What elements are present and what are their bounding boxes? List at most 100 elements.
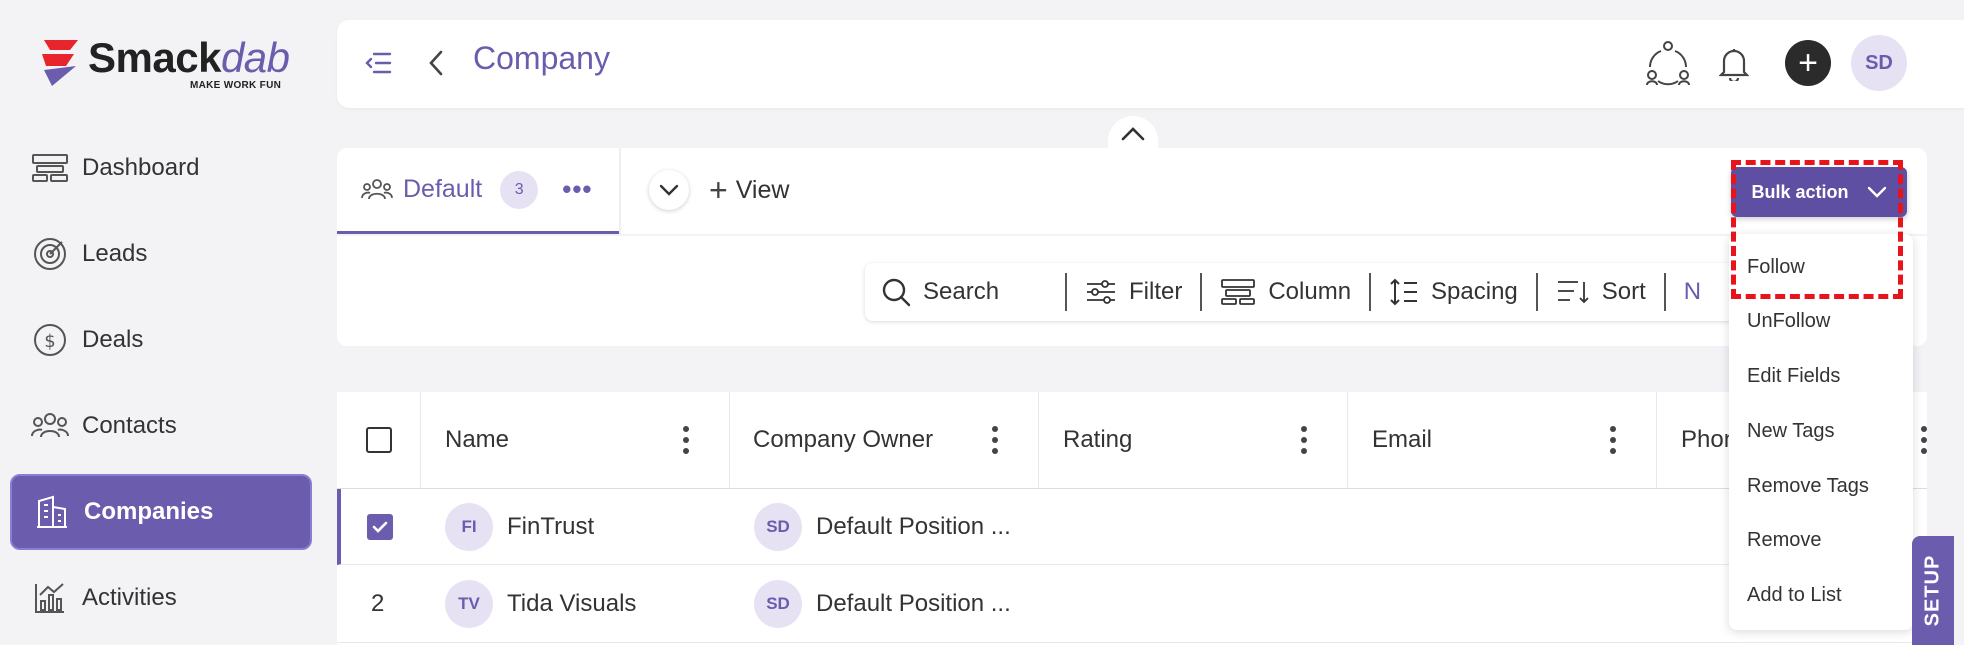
column-menu-icon[interactable] — [1301, 426, 1307, 454]
column-header-rating[interactable]: Rating — [1039, 392, 1348, 488]
owner-avatar: SD — [754, 580, 802, 628]
add-view-button[interactable]: + View — [709, 172, 789, 209]
sidebar-item-label: Activities — [82, 584, 177, 611]
sort-button[interactable]: Sort — [1556, 263, 1646, 321]
toolbar-divider — [1200, 273, 1203, 311]
tab-divider — [619, 148, 621, 234]
sidebar-item-companies[interactable]: Companies — [10, 474, 312, 550]
checkmark-icon — [372, 521, 388, 533]
companies-table: Name Company Owner Rating Email Phon FI — [337, 392, 1927, 645]
add-view-label: View — [735, 176, 790, 204]
filter-button[interactable]: Filter — [1085, 263, 1182, 321]
spacing-icon — [1389, 277, 1419, 307]
company-name-cell[interactable]: FI FinTrust — [445, 489, 594, 565]
menu-collapse-icon[interactable] — [363, 48, 393, 78]
column-menu-icon[interactable] — [1610, 426, 1616, 454]
setup-tab[interactable]: SETUP — [1912, 536, 1954, 645]
top-header: Company + SD — [337, 20, 1964, 108]
company-owner-cell[interactable]: SD Default Position ... — [754, 566, 1011, 642]
column-icon — [1220, 278, 1256, 306]
sidebar-item-label: Dashboard — [82, 154, 200, 181]
smackdab-logo-icon — [42, 40, 78, 86]
add-new-button[interactable]: + — [1785, 40, 1831, 86]
user-avatar[interactable]: SD — [1851, 35, 1907, 91]
sort-label: Sort — [1601, 278, 1646, 305]
logo-tagline: MAKE WORK FUN — [190, 80, 282, 91]
menu-item-unfollow[interactable]: UnFollow — [1747, 310, 1830, 333]
table-toolbar: Search Filter Column Spacing Sort N — [865, 263, 1875, 321]
users-icon — [361, 178, 393, 202]
tab-count-badge: 3 — [500, 170, 539, 209]
search-label: Search — [923, 278, 1000, 305]
sidebar-item-label: Contacts — [82, 412, 177, 439]
search-icon — [881, 277, 911, 307]
logo-wordmark: Smackdab — [88, 34, 290, 81]
menu-item-add-to-list[interactable]: Add to List — [1747, 584, 1842, 607]
search-button[interactable]: Search — [881, 263, 1047, 321]
sidebar-item-label: Deals — [82, 326, 144, 353]
highlight-box — [1731, 160, 1903, 299]
filter-label: Filter — [1129, 278, 1183, 305]
setup-label: SETUP — [1921, 554, 1944, 627]
owner-avatar: SD — [754, 503, 802, 551]
select-all-checkbox[interactable] — [365, 427, 392, 453]
views-dropdown-button[interactable] — [649, 170, 689, 210]
toolbar-divider — [1663, 273, 1666, 311]
back-chevron-icon[interactable] — [421, 46, 451, 80]
chevron-down-icon — [659, 184, 679, 196]
dollar-icon: $ — [30, 320, 70, 360]
column-header-company-owner[interactable]: Company Owner — [730, 392, 1039, 488]
notification-bell-icon[interactable] — [1714, 42, 1754, 86]
menu-item-new-tags[interactable]: New Tags — [1747, 420, 1834, 443]
menu-item-remove[interactable]: Remove — [1747, 529, 1821, 552]
more-options-icon[interactable]: ••• — [562, 174, 592, 205]
table-row[interactable]: FI FinTrust SD Default Position ... — [337, 489, 1927, 565]
building-icon — [32, 492, 72, 532]
row-index: 2 — [371, 590, 385, 617]
row-checkbox[interactable] — [367, 514, 393, 540]
company-name: Tida Visuals — [507, 590, 637, 617]
row-select-cell — [367, 489, 393, 565]
company-owner-cell[interactable]: SD Default Position ... — [754, 489, 1011, 565]
column-header-name[interactable]: Name — [421, 392, 730, 488]
plus-icon: + — [709, 172, 728, 208]
toolbar-more-button[interactable]: N — [1684, 263, 1701, 321]
sidebar-item-activities[interactable]: Activities — [10, 560, 312, 636]
column-menu-icon[interactable] — [683, 426, 689, 454]
tab-default[interactable]: Default 3 ••• — [337, 148, 619, 234]
sidebar-item-label: Companies — [84, 498, 214, 525]
collapse-panel-button[interactable] — [1108, 116, 1158, 150]
table-row[interactable]: 2 TV Tida Visuals SD Default Position ..… — [337, 566, 1927, 643]
column-button[interactable]: Column — [1220, 263, 1351, 321]
sidebar-item-leads[interactable]: Leads — [10, 216, 312, 292]
logo[interactable]: Smackdab MAKE WORK FUN — [38, 32, 298, 92]
company-avatar: TV — [445, 580, 493, 628]
page-title: Company — [473, 40, 610, 76]
menu-item-edit-fields[interactable]: Edit Fields — [1747, 365, 1840, 388]
column-header-label: Name — [445, 426, 510, 453]
spacing-button[interactable]: Spacing — [1389, 263, 1518, 321]
column-menu-icon[interactable] — [1921, 426, 1927, 454]
view-tab-bar: Default 3 ••• + View — [337, 148, 1927, 234]
filter-sliders-icon — [1085, 279, 1117, 305]
company-name-cell[interactable]: TV Tida Visuals — [445, 566, 636, 642]
column-header-label: Rating — [1063, 426, 1133, 453]
menu-item-remove-tags[interactable]: Remove Tags — [1747, 475, 1869, 498]
column-menu-icon[interactable] — [992, 426, 998, 454]
owner-name: Default Position ... — [816, 513, 1011, 540]
sort-icon — [1556, 278, 1590, 306]
activity-icon — [30, 578, 70, 618]
toolbar-divider — [1065, 273, 1067, 311]
sidebar-item-contacts[interactable]: Contacts — [10, 388, 312, 464]
table-header: Name Company Owner Rating Email Phon — [337, 392, 1927, 489]
column-header-label: Company Owner — [753, 426, 934, 453]
spacing-label: Spacing — [1431, 278, 1518, 305]
target-icon — [30, 234, 70, 274]
column-header-email[interactable]: Email — [1348, 392, 1657, 488]
sidebar-item-dashboard[interactable]: Dashboard — [10, 130, 312, 206]
sidebar-item-deals[interactable]: $ Deals — [10, 302, 312, 378]
company-avatar: FI — [445, 503, 493, 551]
tab-label: Default — [403, 175, 483, 203]
team-network-icon[interactable] — [1643, 38, 1693, 88]
column-label: Column — [1268, 278, 1352, 305]
